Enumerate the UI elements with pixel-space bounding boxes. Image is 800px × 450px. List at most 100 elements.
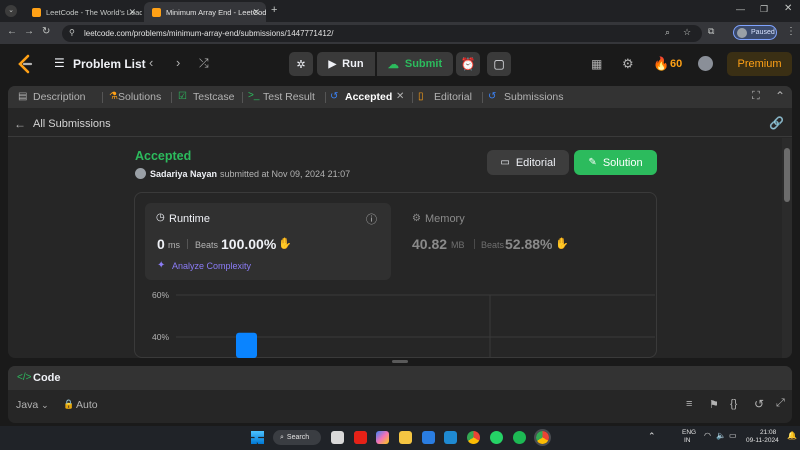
problem-list-link[interactable]: Problem List (73, 57, 146, 71)
debug-button[interactable]: ✲ (289, 52, 313, 76)
task-view-icon[interactable] (331, 431, 344, 444)
close-tab-icon[interactable]: ✕ (128, 7, 136, 18)
run-button[interactable]: ▶ Run (317, 52, 375, 76)
clock-time[interactable]: 21:08 (760, 429, 776, 436)
browser-menu-icon[interactable]: ⋮ (786, 26, 796, 37)
layout-grid-icon[interactable]: ▦ (591, 57, 602, 71)
streak-count[interactable]: 60 (670, 58, 682, 70)
premium-button[interactable]: Premium (727, 52, 792, 76)
taskbar-search[interactable]: ⌕ Search (273, 430, 321, 445)
youtube-icon[interactable] (354, 431, 367, 444)
file-explorer-icon[interactable] (399, 431, 412, 444)
scrollbar-track[interactable] (782, 138, 792, 358)
shuffle-icon[interactable]: ⤮ (199, 56, 209, 71)
memory-beats: 52.88% (505, 236, 553, 252)
timer-button[interactable]: ⏰ (456, 52, 480, 76)
expand-icon[interactable]: ⤢ (776, 397, 785, 410)
tab-divider (242, 92, 243, 103)
input-language-bottom[interactable]: IN (684, 437, 691, 444)
avatar[interactable] (698, 56, 713, 71)
alarm-clock-icon: ⏰ (460, 57, 476, 71)
site-info-icon[interactable]: ⚲ (69, 28, 75, 37)
solution-button[interactable]: ✎ Solution (574, 150, 657, 175)
profile-paused-button[interactable]: Paused (733, 25, 777, 40)
bookmark-icon[interactable]: ⚑ (709, 398, 719, 411)
note-icon: ▢ (493, 57, 505, 71)
clap-icon: ✋ (278, 238, 292, 250)
panel-resize-handle[interactable] (392, 360, 408, 363)
submit-button[interactable]: ☁ Submit (377, 52, 453, 76)
divider (474, 239, 475, 249)
browser-tab-leetcode-home[interactable]: LeetCode - The World's Leadin ✕ (24, 2, 142, 22)
streak-flame-icon[interactable]: 🔥 (653, 56, 669, 72)
store-icon[interactable] (422, 431, 435, 444)
back-arrow-icon[interactable]: ← (14, 117, 26, 131)
copilot-icon[interactable] (376, 431, 389, 444)
tab-accepted[interactable]: Accepted (345, 91, 392, 103)
back-arrow-icon[interactable]: ← (7, 26, 17, 37)
browser-tab-minimum-array-end[interactable]: Minimum Array End - LeetCode ✕ (144, 2, 266, 22)
language-select[interactable]: Java ⌄ (16, 399, 49, 411)
restore-window-icon[interactable]: ❐ (760, 4, 768, 15)
notes-button[interactable]: ▢ (487, 52, 511, 76)
problem-list-icon[interactable]: ☰ (54, 56, 65, 70)
next-problem-icon[interactable]: › (176, 55, 180, 70)
input-language-top[interactable]: ENG (682, 429, 696, 436)
chrome-profile-icon[interactable] (534, 429, 551, 446)
spotify-icon[interactable] (513, 431, 526, 444)
address-bar[interactable]: ⚲ leetcode.com/problems/minimum-array-en… (62, 25, 702, 42)
tab-description[interactable]: Description (33, 91, 86, 103)
prev-problem-icon[interactable]: ‹ (149, 55, 153, 70)
memory-label[interactable]: Memory (425, 213, 465, 225)
tab-editorial[interactable]: Editorial (434, 91, 472, 103)
close-window-icon[interactable]: ✕ (784, 3, 792, 14)
close-tab-icon[interactable]: ✕ (396, 91, 404, 102)
whatsapp-icon[interactable] (490, 431, 503, 444)
show-hidden-icons-icon[interactable]: ⌃ (648, 431, 656, 442)
settings-gear-icon[interactable]: ⚙ (622, 56, 634, 72)
format-icon[interactable]: ≡ (686, 398, 692, 410)
panel-tab-bar: ▤ Description ⚗ Solutions ☑ Testcase >_ … (8, 86, 792, 108)
tab-search-button[interactable]: ⌄ (5, 5, 17, 17)
description-icon: ▤ (18, 91, 28, 102)
all-submissions-link[interactable]: All Submissions (33, 118, 111, 130)
reset-code-icon[interactable]: ↺ (754, 397, 764, 411)
code-title[interactable]: Code (33, 372, 61, 384)
info-icon[interactable]: ⓘ (366, 211, 377, 227)
bookmark-star-icon[interactable]: ☆ (683, 27, 691, 38)
sparkle-icon: ✦ (157, 260, 166, 271)
runtime-card[interactable]: ◷ Runtime ⓘ 0 ms Beats 100.00% ✋ ✦ Analy… (145, 203, 391, 280)
volume-icon[interactable]: 🔈 (716, 431, 726, 440)
collapse-up-icon[interactable]: ⌃ (775, 89, 785, 103)
tab-test-result[interactable]: Test Result (263, 91, 315, 103)
minimize-window-icon[interactable]: — (736, 4, 745, 14)
new-tab-button[interactable]: + (271, 4, 277, 16)
chart-bar[interactable] (236, 332, 257, 358)
forward-arrow-icon[interactable]: → (24, 26, 34, 37)
notification-bell-icon[interactable]: 🔔 (787, 431, 797, 440)
analyze-complexity-link[interactable]: Analyze Complexity (172, 261, 251, 271)
mode-auto[interactable]: Auto (76, 399, 98, 411)
clock-date[interactable]: 09-11-2024 (746, 437, 779, 444)
vscode-icon[interactable] (444, 431, 457, 444)
leetcode-logo-icon[interactable] (16, 54, 34, 74)
extensions-icon[interactable]: ⧉ (708, 26, 714, 37)
maximize-icon[interactable]: ⛶ (752, 90, 760, 103)
runtime-label: Runtime (169, 213, 210, 225)
submitter-name[interactable]: Sadariya Nayan (150, 169, 217, 179)
tab-submissions[interactable]: Submissions (504, 91, 564, 103)
tab-testcase[interactable]: Testcase (193, 91, 234, 103)
zoom-icon[interactable]: ⌕ (665, 27, 670, 38)
scrollbar-thumb[interactable] (784, 148, 790, 202)
tab-solutions[interactable]: Solutions (118, 91, 161, 103)
copy-link-icon[interactable]: 🔗 (769, 116, 784, 130)
wifi-icon[interactable]: ◠ (704, 431, 711, 440)
chrome-icon[interactable] (467, 431, 480, 444)
reload-icon[interactable]: ↻ (42, 26, 50, 37)
braces-icon[interactable]: {} (730, 398, 737, 410)
submissions-history-icon: ↺ (488, 91, 497, 102)
runtime-value: 0 (157, 236, 165, 252)
battery-icon[interactable]: ▭ (729, 431, 737, 440)
close-tab-icon[interactable]: ✕ (252, 7, 260, 18)
editorial-button[interactable]: ▭ Editorial (487, 150, 569, 175)
